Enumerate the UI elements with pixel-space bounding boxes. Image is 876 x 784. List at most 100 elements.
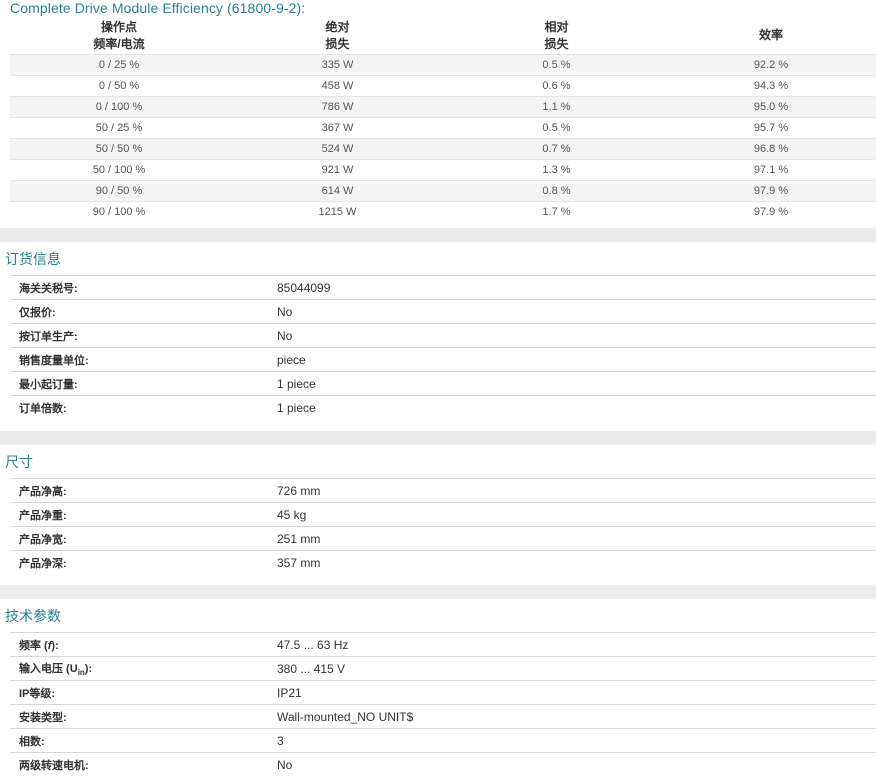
table-row: 最小起订量: 1 piece — [10, 371, 876, 396]
cell-efficiency: 97.9 % — [666, 180, 876, 202]
row-label: 产品净深: — [19, 557, 67, 570]
cell-operating-point: 0 / 50 % — [10, 75, 228, 97]
row-label: 仅报价: — [10, 299, 277, 324]
row-value: Wall-mounted_NO UNIT$ — [277, 704, 876, 729]
table-row: 90 / 50 % 614 W 0.8 % 97.9 % — [10, 180, 876, 202]
table-row: 0 / 100 % 786 W 1.1 % 95.0 % — [10, 96, 876, 118]
cell-absolute-loss: 458 W — [228, 75, 447, 97]
row-label: 安装类型: — [10, 704, 277, 729]
row-value: 1 piece — [277, 371, 876, 396]
table-row: 频率 (f): 47.5 ... 63 Hz — [10, 632, 876, 657]
row-value: No — [277, 299, 876, 324]
row-label: 相数: — [10, 728, 277, 753]
row-value: 85044099 — [277, 275, 876, 300]
cell-absolute-loss: 524 W — [228, 138, 447, 160]
cell-efficiency: 97.9 % — [666, 201, 876, 222]
table-row: 按订单生产: No — [10, 323, 876, 348]
table-row: 50 / 25 % 367 W 0.5 % 95.7 % — [10, 117, 876, 139]
row-value: 726 mm — [277, 478, 876, 503]
row-value: No — [277, 323, 876, 348]
cell-efficiency: 95.7 % — [666, 117, 876, 139]
cell-efficiency: 92.2 % — [666, 54, 876, 76]
cell-operating-point: 50 / 100 % — [10, 159, 228, 181]
row-label: 频率 (f): — [10, 632, 277, 657]
row-label: 最小起订量: — [10, 371, 277, 396]
table-row: 50 / 50 % 524 W 0.7 % 96.8 % — [10, 138, 876, 160]
row-value: No — [277, 757, 293, 772]
cell-operating-point: 50 / 50 % — [10, 138, 228, 160]
cell-absolute-loss: 786 W — [228, 96, 447, 118]
cell-operating-point: 0 / 100 % — [10, 96, 228, 118]
table-row: 订单倍数: 1 piece — [10, 396, 876, 420]
technical-table: 频率 (f): 47.5 ... 63 Hz 输入电压 (Uin): 380 .… — [10, 632, 876, 776]
cell-operating-point: 90 / 100 % — [10, 201, 228, 222]
row-label: IP等级: — [10, 680, 277, 705]
row-value: piece — [277, 347, 876, 372]
section-divider — [0, 585, 876, 599]
cell-absolute-loss: 921 W — [228, 159, 447, 181]
table-row: 0 / 50 % 458 W 0.6 % 94.3 % — [10, 75, 876, 97]
row-value: 45 kg — [277, 502, 876, 527]
table-row: 输入电压 (Uin): 380 ... 415 V — [10, 656, 876, 681]
row-value: 380 ... 415 V — [277, 656, 876, 681]
table-row: 仅报价: No — [10, 299, 876, 324]
ordering-section-title: 订货信息 — [5, 251, 61, 267]
cell-relative-loss: 0.7 % — [447, 138, 666, 160]
row-label: 产品净重: — [10, 502, 277, 527]
row-value: 47.5 ... 63 Hz — [277, 632, 876, 657]
row-label: 产品净高: — [10, 478, 277, 503]
technical-section-title: 技术参数 — [5, 608, 61, 624]
row-label: 销售度量单位: — [10, 347, 277, 372]
ordering-table: 海关关税号: 85044099 仅报价: No 按订单生产: No 销售度量单位: pi… — [10, 275, 876, 419]
cell-efficiency: 97.1 % — [666, 159, 876, 181]
table-row: 90 / 100 % 1215 W 1.7 % 97.9 % — [10, 201, 876, 222]
cell-absolute-loss: 367 W — [228, 117, 447, 139]
cell-relative-loss: 1.1 % — [447, 96, 666, 118]
cell-relative-loss: 0.8 % — [447, 180, 666, 202]
efficiency-header-row: 操作点 频率/电流 绝对 损失 相对 损失 效率 — [10, 17, 876, 55]
section-divider — [0, 228, 876, 242]
cell-absolute-loss: 335 W — [228, 54, 447, 76]
cell-efficiency: 96.8 % — [666, 138, 876, 160]
dimensions-table: 产品净高: 726 mm 产品净重: 45 kg 产品净宽: 251 mm 产品净深:… — [10, 478, 876, 574]
cell-operating-point: 90 / 50 % — [10, 180, 228, 202]
efficiency-table: 操作点 频率/电流 绝对 损失 相对 损失 效率 0 / 25 % 335 W 0.5 %… — [10, 17, 876, 222]
row-value: 3 — [277, 728, 876, 753]
row-label: 两级转速电机: — [19, 759, 89, 772]
table-row: 50 / 100 % 921 W 1.3 % 97.1 % — [10, 159, 876, 181]
table-row: 安装类型: Wall-mounted_NO UNIT$ — [10, 704, 876, 729]
dimensions-section-title: 尺寸 — [5, 454, 33, 470]
row-value: 357 mm — [277, 555, 321, 570]
cell-efficiency: 95.0 % — [666, 96, 876, 118]
cell-operating-point: 50 / 25 % — [10, 117, 228, 139]
table-row: 0 / 25 % 335 W 0.5 % 92.2 % — [10, 54, 876, 76]
table-row: 海关关税号: 85044099 — [10, 275, 876, 300]
row-label: 订单倍数: — [19, 402, 67, 415]
table-row: 产品净重: 45 kg — [10, 502, 876, 527]
header-absolute-loss: 绝对 损失 — [325, 19, 350, 51]
table-row: 产品净高: 726 mm — [10, 478, 876, 503]
header-relative-loss: 相对 损失 — [544, 19, 569, 51]
row-value: IP21 — [277, 680, 876, 705]
row-label: 产品净宽: — [10, 526, 277, 551]
table-row: IP等级: IP21 — [10, 680, 876, 705]
row-label: 输入电压 (Uin): — [10, 656, 277, 681]
cell-relative-loss: 0.6 % — [447, 75, 666, 97]
header-efficiency: 效率 — [758, 28, 783, 42]
cell-relative-loss: 0.5 % — [447, 54, 666, 76]
cell-relative-loss: 0.5 % — [447, 117, 666, 139]
efficiency-title: Complete Drive Module Efficiency (61800-… — [10, 0, 306, 16]
table-row: 相数: 3 — [10, 728, 876, 753]
row-label: 按订单生产: — [10, 323, 277, 348]
cell-absolute-loss: 614 W — [228, 180, 447, 202]
row-label: 海关关税号: — [10, 275, 277, 300]
cell-efficiency: 94.3 % — [666, 75, 876, 97]
table-row: 产品净深: 357 mm — [10, 551, 876, 575]
cell-relative-loss: 1.7 % — [447, 201, 666, 222]
cell-absolute-loss: 1215 W — [228, 201, 447, 222]
section-divider — [0, 431, 876, 445]
row-value: 251 mm — [277, 526, 876, 551]
table-row: 产品净宽: 251 mm — [10, 526, 876, 551]
table-row: 销售度量单位: piece — [10, 347, 876, 372]
table-row: 两级转速电机: No — [10, 753, 876, 777]
